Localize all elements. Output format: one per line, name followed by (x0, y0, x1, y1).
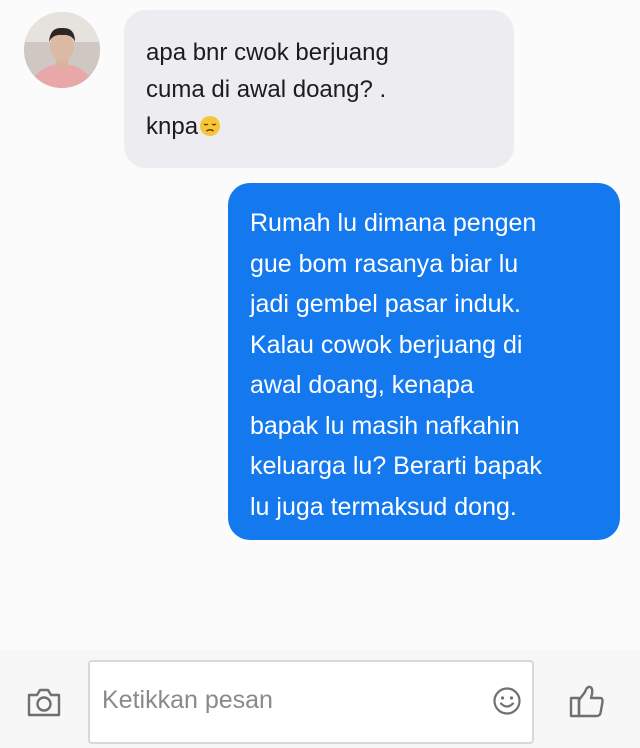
message-input[interactable]: Ketikkan pesan (88, 660, 534, 744)
sent-message-line: Kalau cowok berjuang di (250, 330, 523, 359)
message-input-placeholder: Ketikkan pesan (102, 686, 273, 714)
received-message-line: cuma di awal doang? . (146, 76, 387, 103)
received-message-line: apa bnr cwok berjuang (146, 39, 389, 66)
sent-message-line: keluarga lu? Berarti bapak (250, 452, 542, 480)
sent-message-line: Rumah lu dimana pengen (250, 209, 537, 237)
message-composer: Ketikkan pesan (0, 650, 640, 748)
sent-message-line: gue bom rasanya biar lu (250, 249, 519, 278)
received-message-text: knpa (146, 113, 199, 140)
sent-message-line: bapak lu masih nafkahin (250, 411, 520, 440)
received-message-line: knpa (146, 108, 490, 148)
smiley-icon[interactable] (492, 686, 522, 716)
thumbs-up-icon[interactable] (568, 682, 606, 720)
chat-screen: apa bnr cwok berjuang cuma di awal doang… (0, 0, 640, 748)
sent-message-line: jadi gembel pasar induk. (250, 290, 521, 318)
sent-message-line: lu juga termaksud dong. (250, 492, 517, 521)
camera-icon[interactable] (26, 686, 62, 718)
sent-message-line: awal doang, kenapa (250, 371, 474, 399)
avatar-image (24, 12, 100, 88)
received-message-bubble[interactable]: apa bnr cwok berjuang cuma di awal doang… (124, 10, 514, 168)
avatar[interactable] (24, 12, 100, 88)
disappointed-face-emoji-icon (199, 111, 221, 148)
sent-message-bubble[interactable]: Rumah lu dimana pengen gue bom rasanya b… (228, 183, 620, 540)
